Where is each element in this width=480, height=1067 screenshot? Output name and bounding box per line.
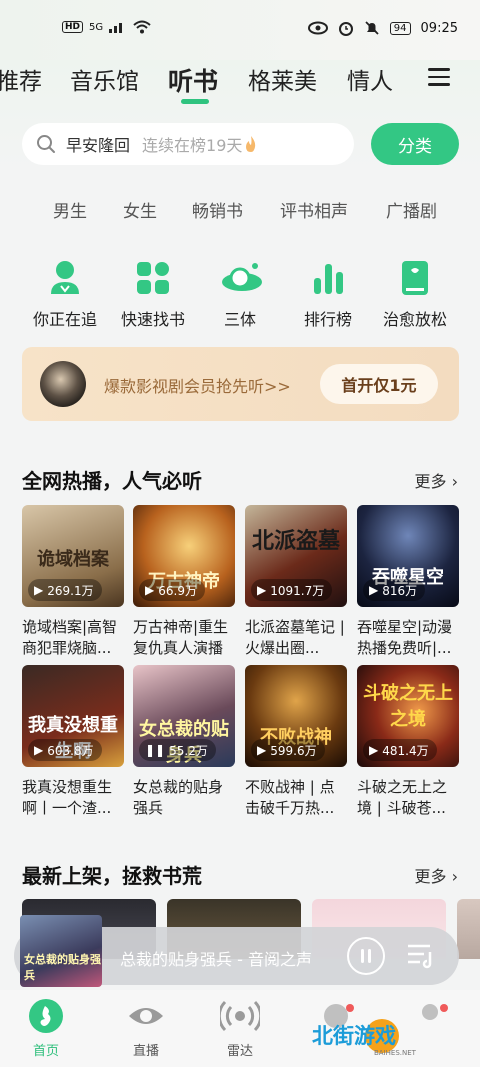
tab-recommend[interactable]: 推荐: [0, 62, 42, 96]
book-title: 女总裁的贴身强兵: [133, 778, 224, 817]
play-count: ❚❚ 55.2万: [139, 739, 216, 761]
quick-ranking[interactable]: 排行榜: [283, 258, 373, 330]
clock: 09:25: [420, 20, 458, 36]
alarm-icon: [338, 22, 353, 36]
new-more-link[interactable]: 更多 ›: [414, 863, 458, 887]
play-count: ▶ 816万: [363, 579, 426, 601]
vip-avatar: [40, 361, 86, 407]
play-icon: ▶: [34, 583, 44, 597]
chevron-right-icon: ›: [451, 472, 458, 491]
book-icon: [402, 261, 428, 295]
nav-home[interactable]: 首页: [6, 990, 86, 1059]
hd-indicator: HD: [62, 21, 84, 33]
mute-bell-icon: [365, 21, 379, 35]
play-count: ▶ 603.8万: [28, 739, 102, 761]
book-card[interactable]: 斗破之无上之境 ▶ 481.4万 斗破之无上之境 | 斗破苍...: [357, 665, 459, 819]
play-count: ▶ 269.1万: [28, 579, 102, 601]
playlist-icon[interactable]: [406, 941, 436, 969]
book-card[interactable]: 女总裁的贴身兵 ❚❚ 55.2万 女总裁的贴身强兵: [133, 665, 235, 819]
player-track-title: 总裁的贴身强兵 - 音阅之声: [120, 950, 312, 969]
fire-icon: [246, 136, 256, 152]
tab-music-hall[interactable]: 音乐馆: [70, 62, 139, 96]
player-cover[interactable]: 女总裁的贴身强兵: [20, 915, 102, 987]
book-title: 北派盗墓笔记 | 火爆出圈...: [245, 618, 345, 657]
subcat-male[interactable]: 男生: [53, 197, 87, 222]
quick-three-body[interactable]: 三体: [195, 258, 285, 330]
new-section-title: 最新上架，拯救书荒: [22, 864, 202, 888]
quick-healing[interactable]: 治愈放松: [370, 258, 460, 330]
signal-indicator: 5G: [89, 21, 104, 33]
watermark-logo: 北街游戏 BAIHES.NET: [312, 1016, 472, 1060]
vip-banner[interactable]: 爆款影视剧会员抢先听>> 首开仅1元: [22, 347, 459, 421]
book-title: 吞噬星空|动漫热播免费听|...: [357, 618, 453, 657]
book-card[interactable]: 万古神帝 ▶ 66.9万 万古神帝|重生复仇真人演播: [133, 505, 235, 659]
home-note-icon: [29, 999, 63, 1033]
eye-icon: [307, 21, 328, 35]
play-icon: ▶: [257, 743, 267, 757]
new-book-cover[interactable]: [457, 899, 480, 959]
search-icon: [37, 135, 55, 153]
tab-lover[interactable]: 情人: [347, 62, 393, 96]
subcat-storytelling[interactable]: 评书相声: [280, 197, 348, 222]
book-title: 不败战神 | 点击破千万热...: [245, 778, 335, 817]
vip-promo-text: 爆款影视剧会员抢先听>>: [104, 377, 291, 396]
search-hint: 连续在榜19天: [142, 136, 243, 155]
hot-more-link[interactable]: 更多 ›: [414, 468, 458, 492]
pause-icon: ❚❚: [145, 743, 166, 757]
category-button[interactable]: 分类: [371, 123, 459, 165]
tab-grammy[interactable]: 格莱美: [248, 62, 317, 96]
book-card[interactable]: 诡域档案 ▶ 269.1万 诡域档案|高智商犯罪烧脑...: [22, 505, 124, 659]
chart-bars-icon: [314, 264, 343, 294]
book-card[interactable]: 吞噬星空 ▶ 816万 吞噬星空|动漫热播免费听|...: [357, 505, 459, 659]
signal-bars-icon: [109, 23, 123, 33]
book-card[interactable]: 不败战神 ▶ 599.6万 不败战神 | 点击破千万热...: [245, 665, 347, 819]
play-count: ▶ 599.6万: [251, 739, 325, 761]
play-icon: ▶: [257, 583, 267, 597]
book-title: 我真没想重生啊丨一个渣...: [22, 778, 113, 817]
person-icon: [51, 261, 79, 294]
vip-offer-button[interactable]: 首开仅1元: [320, 364, 438, 404]
menu-icon[interactable]: [428, 68, 450, 86]
status-bar: HD 5G 94 09:25: [0, 0, 480, 60]
play-icon: ▶: [34, 743, 44, 757]
tab-audiobooks[interactable]: 听书: [168, 62, 218, 98]
battery-indicator: 94: [389, 21, 411, 35]
play-count: ▶ 481.4万: [363, 739, 437, 761]
pause-button[interactable]: [347, 937, 385, 975]
subcat-radio-drama[interactable]: 广播剧: [386, 197, 437, 222]
quick-find-book[interactable]: 快速找书: [108, 258, 198, 330]
book-title: 斗破之无上之境 | 斗破苍...: [357, 778, 448, 817]
subcat-female[interactable]: 女生: [123, 197, 157, 222]
book-card[interactable]: 我真没想重生啊 ▶ 603.8万 我真没想重生啊丨一个渣...: [22, 665, 124, 819]
wifi-icon: [133, 20, 151, 34]
search-query: 早安隆回: [66, 136, 131, 155]
play-icon: ▶: [369, 743, 379, 757]
play-count: ▶ 66.9万: [139, 579, 205, 601]
book-title: 万古神帝|重生复仇真人演播: [133, 618, 229, 657]
top-nav: 推荐 音乐馆 听书 格莱美 情人: [0, 62, 480, 102]
search-input[interactable]: 早安隆回 连续在榜19天: [22, 123, 354, 165]
play-icon: ▶: [145, 583, 155, 597]
planet-icon: [222, 263, 262, 291]
grid-icon: [137, 262, 169, 294]
nav-radar[interactable]: 雷达: [200, 990, 280, 1059]
book-title: 诡域档案|高智商犯罪烧脑...: [22, 618, 118, 657]
active-tab-indicator: [181, 99, 209, 104]
quick-following[interactable]: 你正在追: [20, 258, 110, 330]
eye-icon: [129, 1008, 163, 1024]
chevron-right-icon: ›: [451, 867, 458, 886]
play-icon: ▶: [369, 583, 379, 597]
radar-icon: [217, 1000, 263, 1032]
hot-section-title: 全网热播，人气必听: [22, 469, 202, 493]
book-card[interactable]: 北派盗墓 ▶ 1091.7万 北派盗墓笔记 | 火爆出圈...: [245, 505, 347, 659]
subcat-bestseller[interactable]: 畅销书: [192, 197, 243, 222]
nav-live[interactable]: 直播: [106, 990, 186, 1059]
play-count: ▶ 1091.7万: [251, 579, 333, 601]
